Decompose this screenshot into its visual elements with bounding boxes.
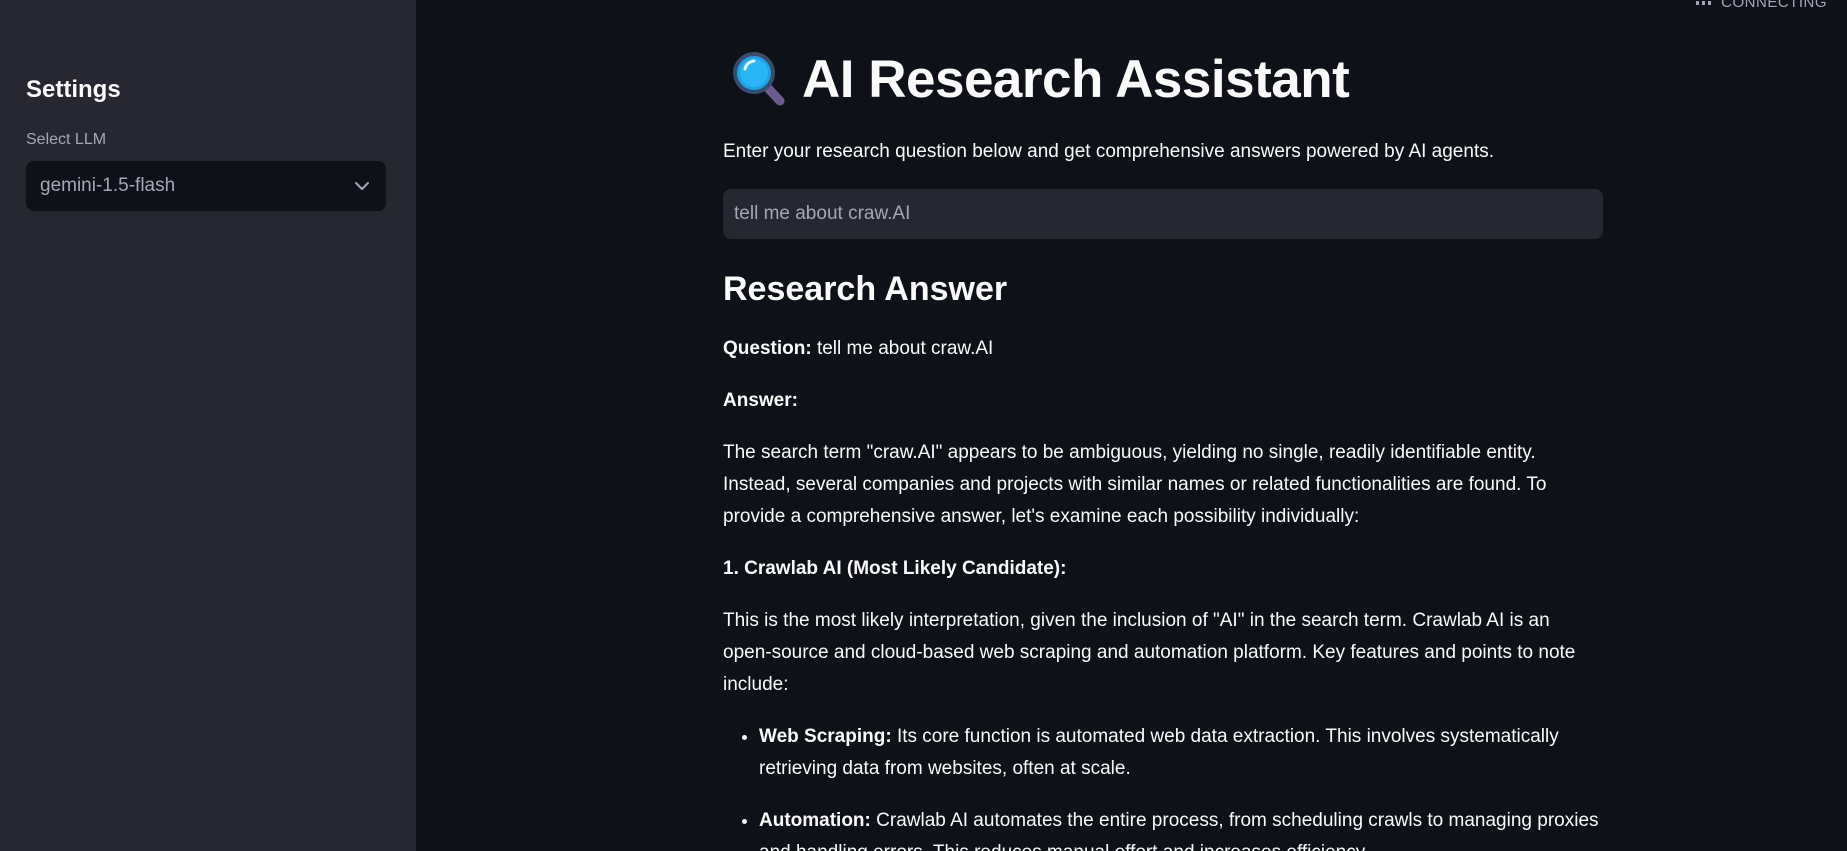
select-llm-label: Select LLM xyxy=(26,131,107,148)
feature-list: Web Scraping: Its core function is autom… xyxy=(723,721,1603,851)
answer-paragraph: This is the most likely interpretation, … xyxy=(723,610,1576,695)
status-icon xyxy=(1696,0,1712,5)
answer-label-line: Answer: xyxy=(723,385,1603,417)
research-answer-heading: Research Answer xyxy=(723,270,1008,308)
list-item-text: Crawlab AI automates the entire process,… xyxy=(759,810,1599,851)
list-item: Web Scraping: Its core function is autom… xyxy=(759,721,1603,785)
section-heading-line: 1. Crawlab AI (Most Likely Candidate): xyxy=(723,553,1603,585)
research-question-input[interactable] xyxy=(723,189,1603,239)
chevron-down-icon xyxy=(352,176,372,196)
question-label: Question: xyxy=(723,338,812,359)
app-root: Settings Select LLM gemini-1.5-flash CON… xyxy=(0,0,1847,851)
magnifying-glass-icon xyxy=(730,48,788,110)
intro-text: Enter your research question below and g… xyxy=(723,141,1495,162)
select-llm-dropdown[interactable]: gemini-1.5-flash xyxy=(26,161,386,211)
answer-label: Answer: xyxy=(723,390,798,411)
question-text: tell me about craw.AI xyxy=(816,338,994,359)
page-title: AI Research Assistant xyxy=(802,49,1350,109)
sidebar: Settings Select LLM gemini-1.5-flash xyxy=(0,0,416,851)
list-item: Automation: Crawlab AI automates the ent… xyxy=(759,805,1603,851)
list-item-label: Web Scraping: xyxy=(759,726,892,747)
answer-content: Question: tell me about craw.AI Answer: … xyxy=(723,333,1603,851)
question-line: Question: tell me about craw.AI xyxy=(723,333,1603,365)
answer-paragraph: The search term "craw.AI" appears to be … xyxy=(723,442,1547,527)
section-heading: 1. Crawlab AI (Most Likely Candidate): xyxy=(723,558,1067,579)
sidebar-title: Settings xyxy=(26,76,121,103)
list-item-label: Automation: xyxy=(759,810,871,831)
status-text: CONNECTING xyxy=(1721,0,1827,11)
select-llm-value: gemini-1.5-flash xyxy=(40,175,176,196)
connection-status: CONNECTING xyxy=(1696,0,1827,11)
title-row: AI Research Assistant xyxy=(730,48,1350,110)
